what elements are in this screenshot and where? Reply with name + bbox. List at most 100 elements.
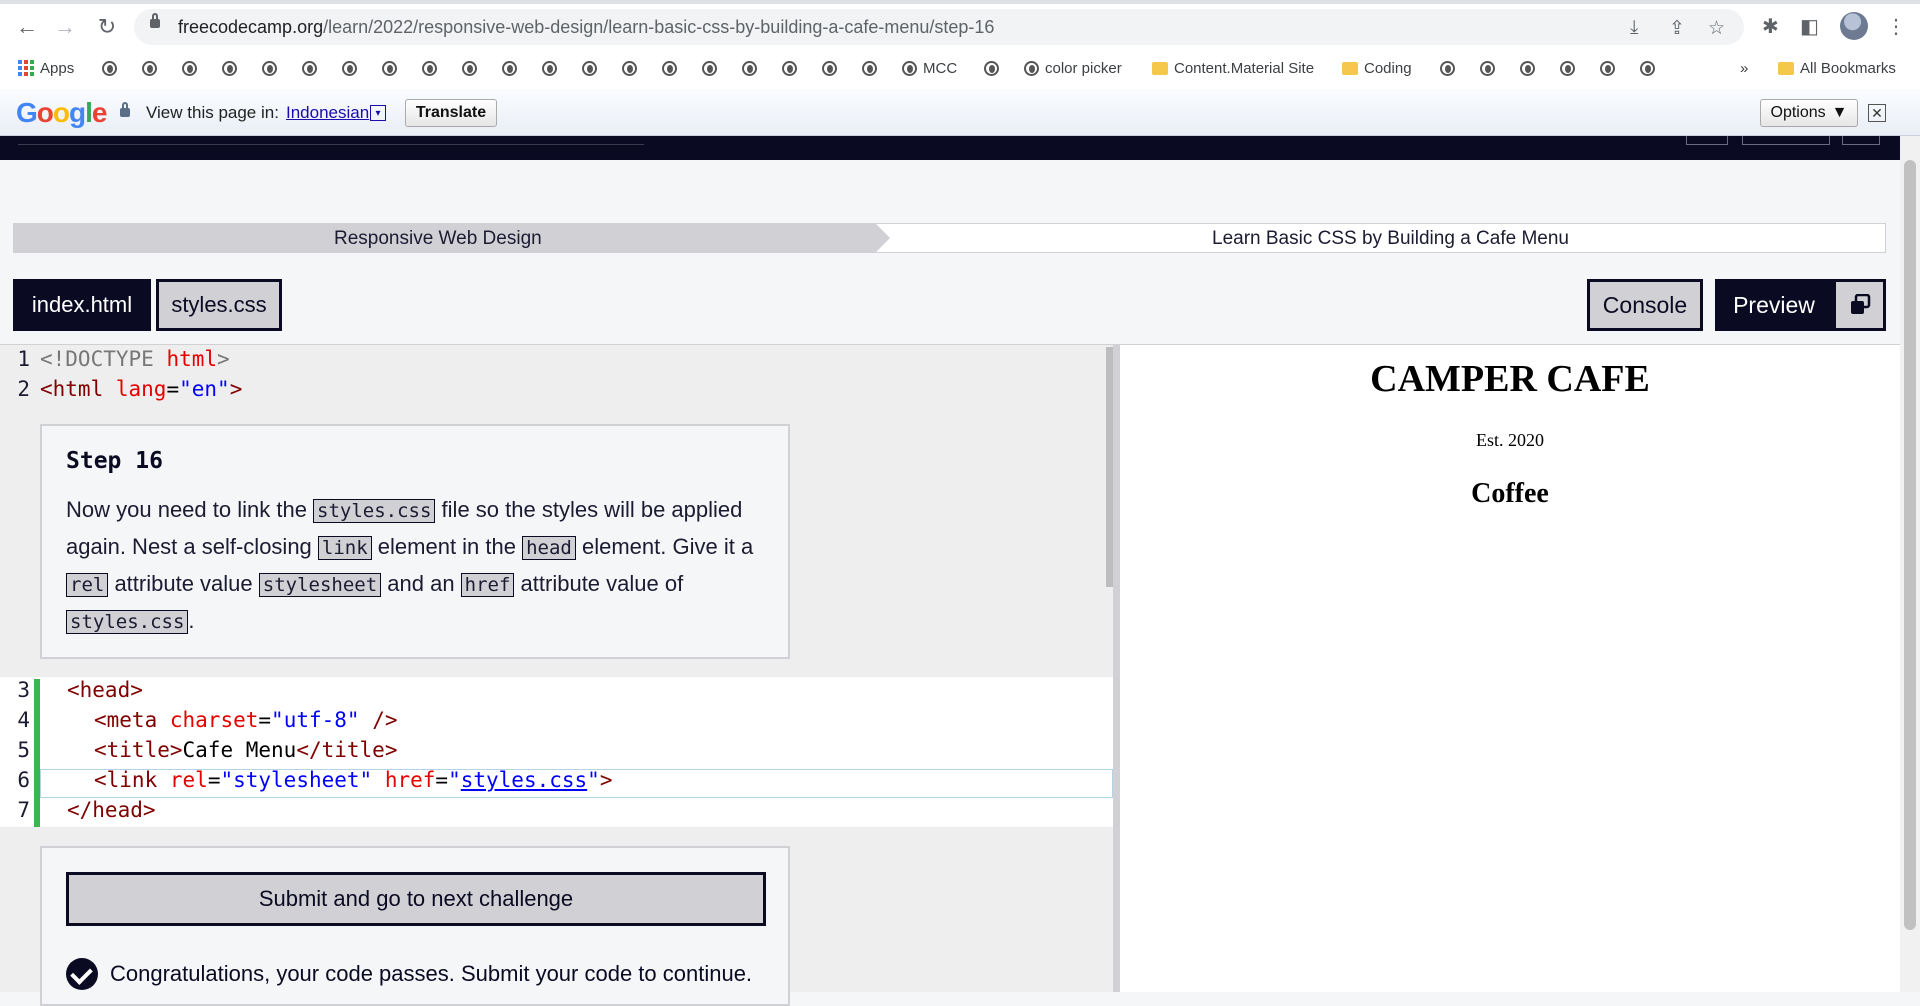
desc-text: element. Give it a <box>575 534 754 559</box>
bookmark-13[interactable] <box>582 57 597 79</box>
lock-icon[interactable] <box>150 13 160 28</box>
bookmark-1[interactable] <box>102 57 117 79</box>
globe-icon <box>622 60 637 76</box>
breadcrumb-superblock-label[interactable]: Responsive Web Design <box>334 228 542 250</box>
bookmark-17[interactable] <box>742 57 757 79</box>
bookmark-16[interactable] <box>702 57 717 79</box>
preview-popout-button[interactable] <box>1833 279 1886 331</box>
desc-text: Now you need to link the <box>66 497 314 522</box>
globe-icon <box>1640 60 1655 76</box>
bookmark-22[interactable] <box>1440 57 1455 79</box>
code-line-5[interactable]: <title>Cafe Menu</title> <box>94 738 397 762</box>
code-token: = <box>258 708 272 732</box>
bookmark-20[interactable] <box>862 57 877 79</box>
bookmark-apps[interactable]: Apps <box>18 57 74 79</box>
code-line-7[interactable]: </head> <box>67 798 156 822</box>
tab-styles-css[interactable]: styles.css <box>156 279 282 331</box>
bookmark-25[interactable] <box>1560 57 1575 79</box>
side-panel-icon[interactable]: ◧ <box>1800 14 1819 39</box>
page-scrollbar[interactable] <box>1900 136 1920 992</box>
code-link-token[interactable]: styles.css <box>461 768 587 792</box>
code-line-3[interactable]: <head> <box>67 678 143 702</box>
share-icon[interactable]: ⇪ <box>1669 17 1685 40</box>
language-dropdown-icon[interactable]: ▾ <box>370 105 386 121</box>
reload-icon[interactable]: ↻ <box>94 14 120 40</box>
code-line-6[interactable]: <link rel="stylesheet" href="styles.css"… <box>94 768 612 792</box>
globe-icon <box>102 60 117 76</box>
page-scrollbar-thumb[interactable] <box>1904 160 1916 930</box>
code-token: lang <box>115 377 167 401</box>
bookmark-10[interactable] <box>462 57 477 79</box>
tab-strip <box>0 0 1920 4</box>
translate-language-link[interactable]: Indonesian <box>286 103 369 123</box>
translate-close-icon[interactable]: ✕ <box>1868 104 1886 122</box>
install-icon[interactable]: ⤓ <box>1630 17 1638 39</box>
code-line-4[interactable]: <meta charset="utf-8" /> <box>94 708 398 732</box>
bookmark-5[interactable] <box>262 57 277 79</box>
bookmark-6[interactable] <box>302 57 317 79</box>
code-token: "en" <box>179 377 230 401</box>
nav-search-input[interactable] <box>18 136 644 145</box>
code-token: <!DOCTYPE <box>40 347 167 371</box>
bookmark-9[interactable] <box>422 57 437 79</box>
line-number-5: 5 <box>17 738 30 762</box>
bookmark-21[interactable] <box>984 57 999 79</box>
breadcrumb-block-label[interactable]: Learn Basic CSS by Building a Cafe Menu <box>1212 228 1569 250</box>
nav-menu-button[interactable] <box>1842 136 1880 145</box>
desc-text: attribute value <box>108 571 259 596</box>
bookmark-coding[interactable]: Coding <box>1342 57 1412 79</box>
translate-button[interactable]: Translate <box>405 99 497 127</box>
bookmark-star-icon[interactable]: ☆ <box>1708 17 1725 40</box>
bookmark-color-picker[interactable]: color picker <box>1024 57 1122 79</box>
back-icon[interactable]: ← <box>14 14 40 40</box>
translate-options-button[interactable]: Options ▼ <box>1760 99 1858 127</box>
globe-icon <box>782 60 797 76</box>
bookmark-2[interactable] <box>142 57 157 79</box>
code-line-2[interactable]: <html lang="en"> <box>40 377 242 401</box>
bookmark-4[interactable] <box>222 57 237 79</box>
url-domain: freecodecamp.org <box>178 17 324 37</box>
globe-icon <box>822 60 837 76</box>
extensions-icon[interactable]: ✱ <box>1762 14 1779 39</box>
submit-button[interactable]: Submit and go to next challenge <box>66 872 766 926</box>
bookmark-15[interactable] <box>662 57 677 79</box>
bookmark-12[interactable] <box>542 57 557 79</box>
bookmark-mcc[interactable]: MCC <box>902 57 957 79</box>
pane-splitter[interactable] <box>1113 345 1120 992</box>
bookmark-19[interactable] <box>822 57 837 79</box>
profile-avatar[interactable] <box>1840 12 1868 40</box>
bookmarks-overflow-icon[interactable]: » <box>1740 57 1748 79</box>
nav-button-2[interactable] <box>1742 136 1830 145</box>
bookmark-all[interactable]: All Bookmarks <box>1778 57 1896 79</box>
globe-icon <box>984 60 999 76</box>
nav-button-1[interactable] <box>1686 136 1728 145</box>
url-text[interactable]: freecodecamp.org/learn/2022/responsive-w… <box>178 17 994 38</box>
bookmark-7[interactable] <box>342 57 357 79</box>
preview-button[interactable]: Preview <box>1715 279 1833 331</box>
tab-index-html[interactable]: index.html <box>13 279 151 331</box>
bookmark-27[interactable] <box>1640 57 1655 79</box>
bookmark-24[interactable] <box>1520 57 1535 79</box>
inline-code: head <box>522 536 576 560</box>
step-instructions: Step 16 Now you need to link the styles.… <box>40 424 790 659</box>
globe-icon <box>702 60 717 76</box>
bookmark-8[interactable] <box>382 57 397 79</box>
globe-icon <box>382 60 397 76</box>
address-bar[interactable]: freecodecamp.org/learn/2022/responsive-w… <box>134 9 1744 45</box>
bookmark-23[interactable] <box>1480 57 1495 79</box>
code-line-1[interactable]: <!DOCTYPE html> <box>40 347 230 371</box>
bookmark-18[interactable] <box>782 57 797 79</box>
bookmark-26[interactable] <box>1600 57 1615 79</box>
bookmark-3[interactable] <box>182 57 197 79</box>
globe-icon <box>222 60 237 76</box>
bookmark-11[interactable] <box>502 57 517 79</box>
bookmark-14[interactable] <box>622 57 637 79</box>
forward-icon[interactable]: → <box>52 14 78 40</box>
inline-code: rel <box>66 573 109 597</box>
console-button[interactable]: Console <box>1587 279 1703 331</box>
bookmark-color-picker-label: color picker <box>1045 59 1122 77</box>
menu-kebab-icon[interactable]: ⋮ <box>1886 14 1906 39</box>
editor-scrollbar[interactable] <box>1106 347 1113 587</box>
bookmark-content-material[interactable]: Content.Material Site <box>1152 57 1314 79</box>
globe-icon <box>422 60 437 76</box>
